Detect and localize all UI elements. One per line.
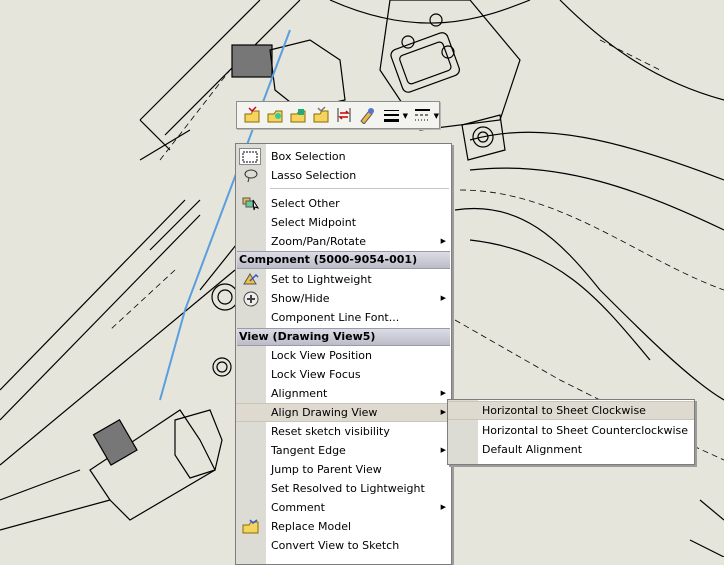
drawing-part-outline [139, 129, 241, 291]
drawing-thread [231, 44, 273, 78]
menu-item-alignment[interactable]: Alignment ▶ [236, 384, 451, 403]
menu-item-component-line-font[interactable]: Component Line Font... [236, 308, 451, 327]
open-model-icon [313, 106, 328, 123]
drawing-slot [390, 32, 460, 93]
align-drawing-view-submenu: Horizontal to Sheet Clockwise Horizontal… [447, 399, 695, 465]
menu-item-replace-model[interactable]: Replace Model [236, 517, 451, 536]
menu-item-set-resolved[interactable]: Set Resolved to Lightweight [236, 479, 451, 498]
menu-item-lasso-selection[interactable]: Lasso Selection [236, 166, 451, 185]
menu-separator [270, 188, 449, 189]
menu-item-default-alignment[interactable]: Default Alignment [448, 440, 694, 459]
submenu-arrow-icon: ▶ [440, 408, 446, 416]
menu-item-lock-view-focus[interactable]: Lock View Focus [236, 365, 451, 384]
replace-model-icon [240, 518, 262, 535]
menu-item-jump-to-parent[interactable]: Jump to Parent View [236, 460, 451, 479]
menu-item-box-selection[interactable]: Box Selection [236, 147, 451, 166]
line-style-button[interactable]: ▼ [409, 104, 439, 126]
submenu-arrow-icon: ▶ [440, 446, 446, 454]
view-section-header: View (Drawing View5) [237, 328, 450, 346]
component-section-header: Component (5000-9054-001) [237, 251, 450, 269]
drawing-thread [92, 418, 138, 466]
dimension-button[interactable] [332, 104, 355, 126]
hidden-line [109, 69, 231, 331]
open-part-icon [244, 106, 259, 123]
context-toolbar: ▼ ▼ [236, 101, 440, 129]
menu-item-lock-view-position[interactable]: Lock View Position [236, 346, 451, 365]
open-model-button[interactable] [309, 104, 332, 126]
menu-item-select-midpoint[interactable]: Select Midpoint [236, 213, 451, 232]
menu-item-select-other[interactable]: Select Other [236, 194, 451, 213]
open-assembly-icon [267, 110, 282, 123]
drawing-nut [174, 409, 223, 479]
open-drawing-button[interactable] [286, 104, 309, 126]
menu-item-zoom-pan-rotate[interactable]: Zoom/Pan/Rotate ▶ [236, 232, 451, 251]
select-other-icon [240, 195, 262, 212]
box-selection-icon [239, 148, 261, 165]
menu-item-set-lightweight[interactable]: Set to Lightweight [236, 270, 451, 289]
lasso-icon [240, 167, 262, 184]
drawing-part-outline [0, 469, 111, 531]
submenu-arrow-icon: ▶ [440, 294, 446, 302]
line-thickness-button[interactable]: ▼ [378, 104, 408, 126]
submenu-arrow-icon: ▶ [440, 503, 446, 511]
appearance-button[interactable] [355, 104, 378, 126]
dropdown-arrow-icon: ▼ [402, 112, 408, 120]
menu-item-tangent-edge[interactable]: Tangent Edge ▶ [236, 441, 451, 460]
drawing-hole [212, 357, 232, 377]
show-hide-icon [240, 290, 262, 307]
hidden-line [454, 39, 724, 461]
dropdown-arrow-icon: ▼ [433, 112, 439, 120]
drawing-hole [429, 13, 443, 27]
menu-item-convert-view[interactable]: Convert View to Sketch [236, 536, 451, 555]
lightweight-icon [240, 271, 262, 288]
line-style-icon [415, 109, 430, 121]
menu-item-horizontal-clockwise[interactable]: Horizontal to Sheet Clockwise [448, 401, 694, 420]
drawing-hole [217, 289, 233, 305]
submenu-arrow-icon: ▶ [440, 389, 446, 397]
context-menu: Box Selection Lasso Selection Select Oth… [235, 143, 452, 565]
menu-item-show-hide[interactable]: Show/Hide ▶ [236, 289, 451, 308]
submenu-arrow-icon: ▶ [440, 237, 446, 245]
drawing-hole [401, 35, 415, 49]
menu-item-align-drawing-view[interactable]: Align Drawing View ▶ [236, 403, 451, 422]
menu-item-reset-sketch-visibility[interactable]: Reset sketch visibility [236, 422, 451, 441]
drawing-hole [216, 361, 228, 373]
open-part-button[interactable] [240, 104, 263, 126]
drawing-part-outline [454, 208, 724, 401]
open-assembly-button[interactable] [263, 104, 286, 126]
line-thickness-icon [384, 110, 399, 122]
open-drawing-icon [290, 109, 305, 123]
menu-item-horizontal-counterclockwise[interactable]: Horizontal to Sheet Counterclockwise [448, 421, 694, 440]
dimension-icon [337, 108, 350, 122]
drawing-part-outline [689, 499, 724, 557]
appearance-icon [359, 108, 374, 124]
menu-item-comment[interactable]: Comment ▶ [236, 498, 451, 517]
